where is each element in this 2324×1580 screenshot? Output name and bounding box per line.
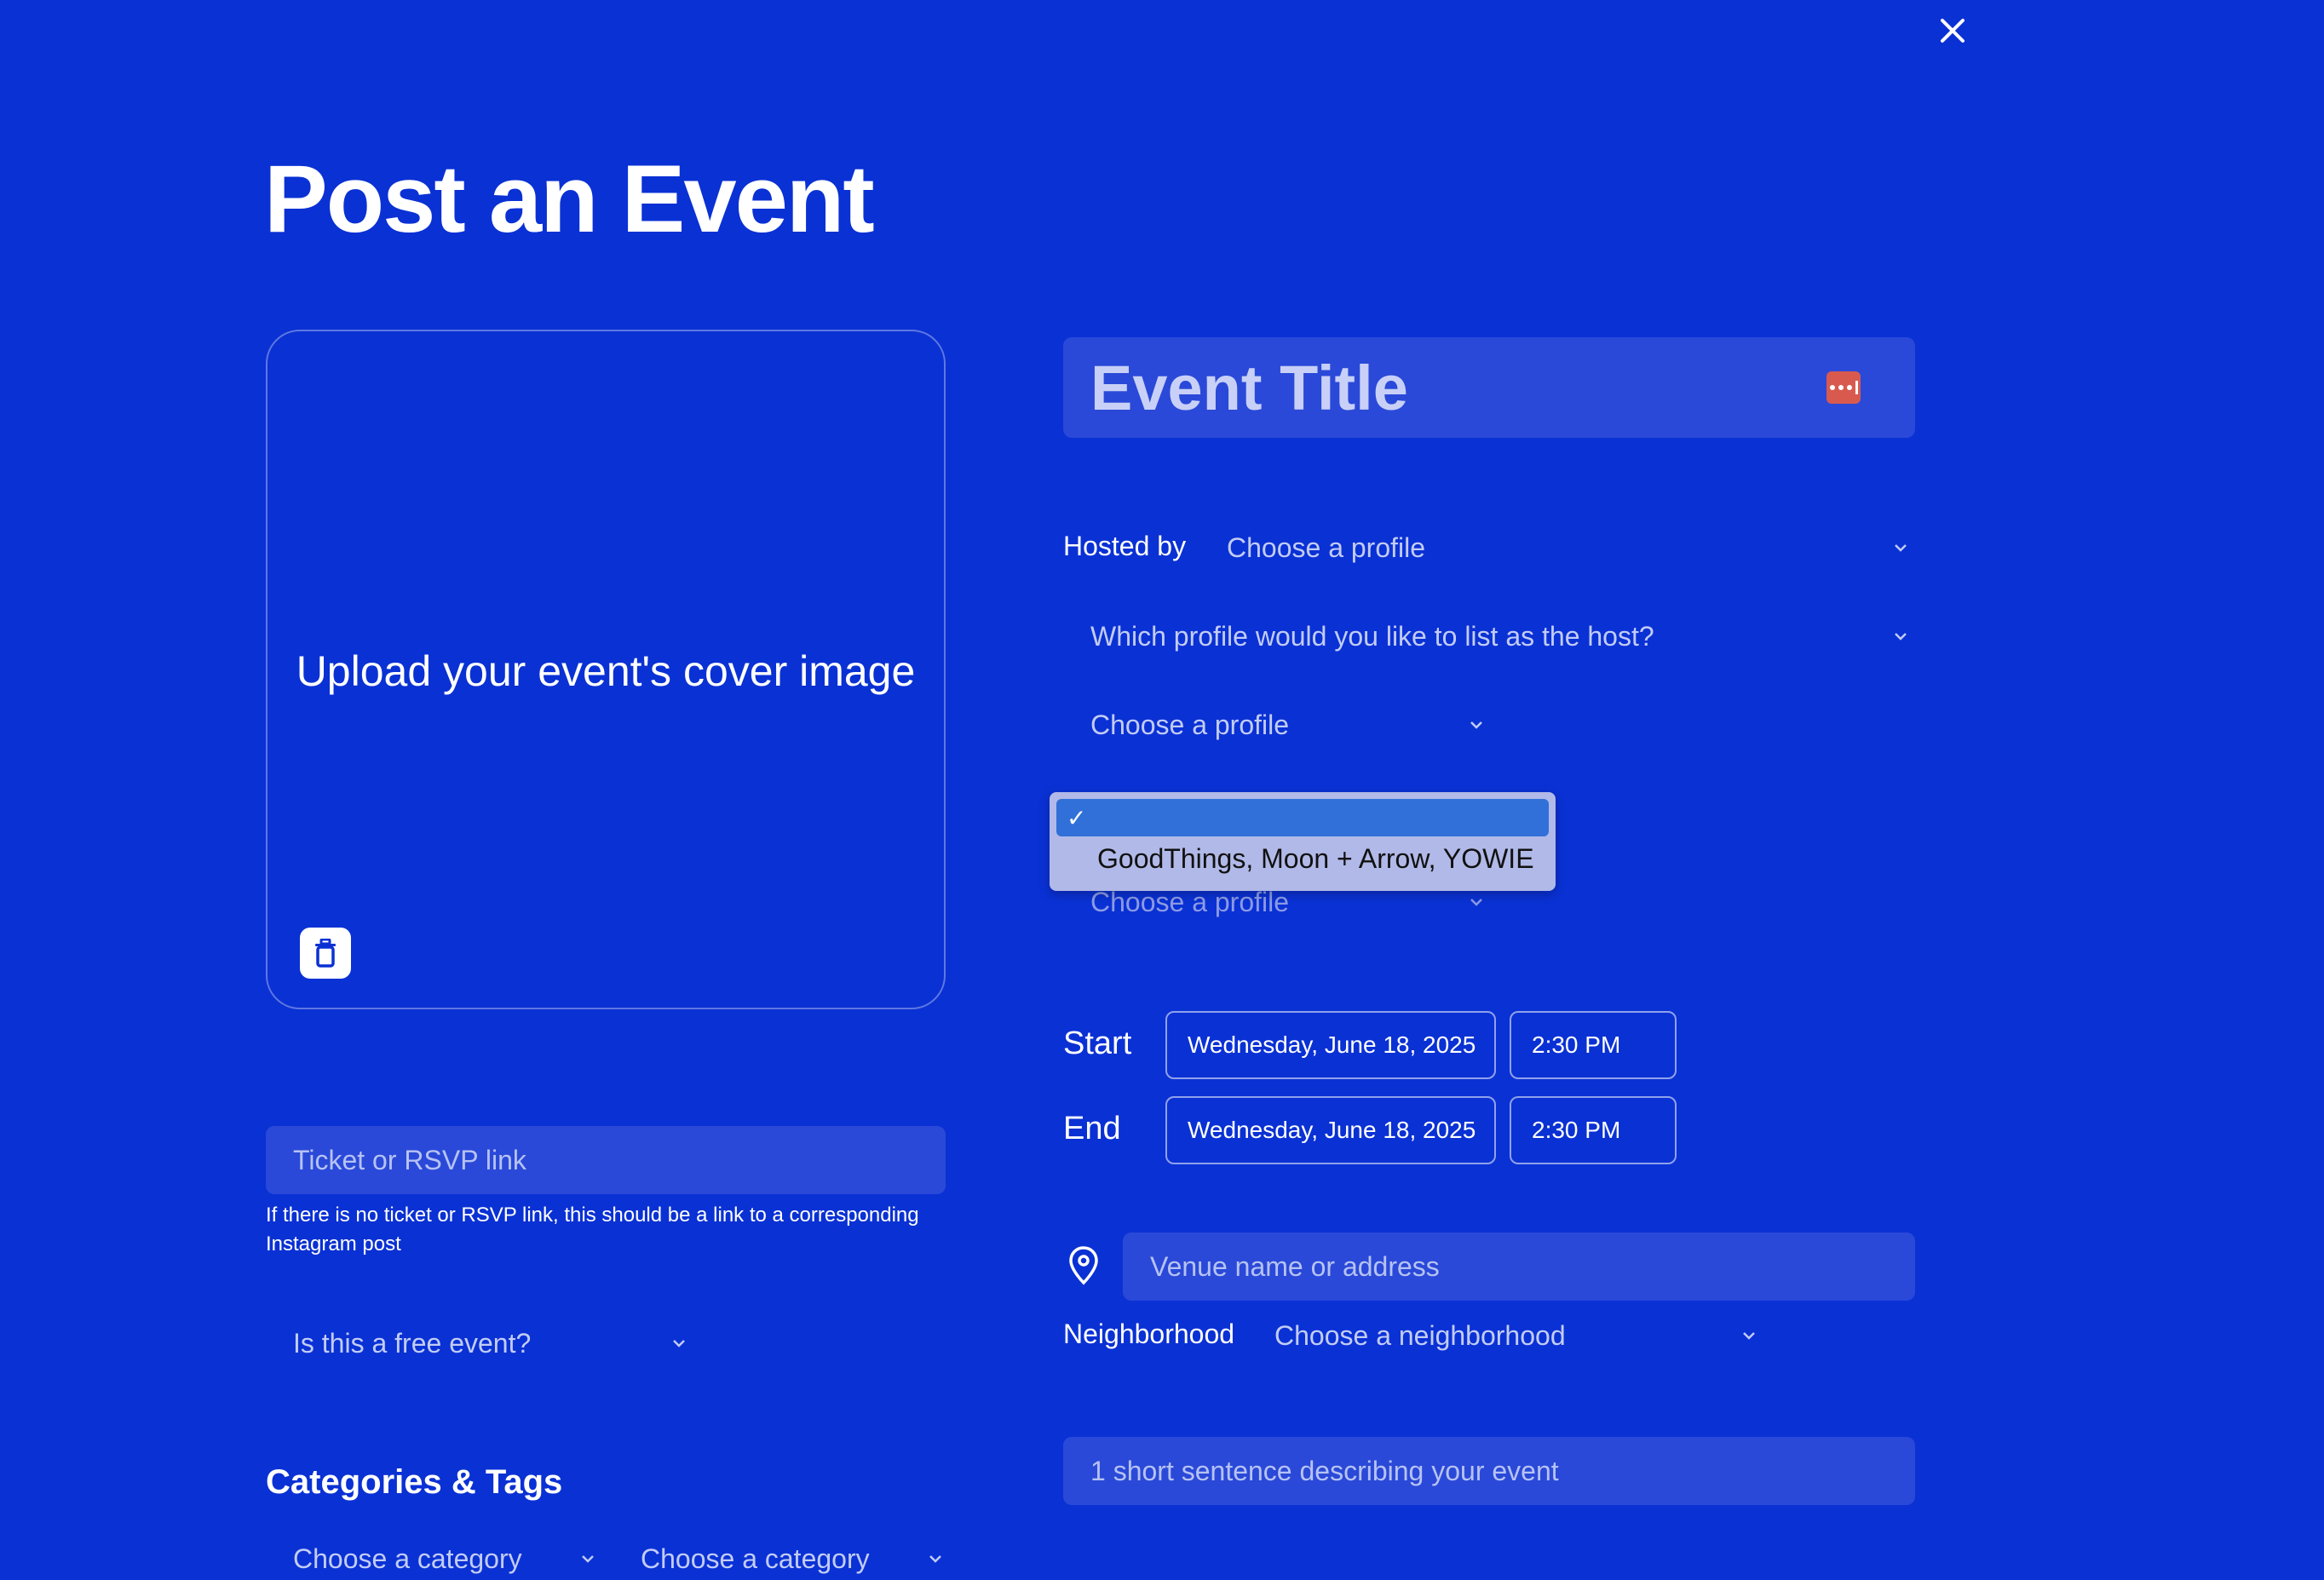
chevron-down-icon — [1470, 721, 1482, 729]
close-icon — [1941, 19, 1964, 43]
ticket-link-input[interactable]: Ticket or RSVP link — [266, 1126, 946, 1194]
category-value-2: Choose a category — [641, 1543, 870, 1574]
checkmark-icon: ✓ — [1067, 804, 1087, 831]
chevron-down-icon — [1895, 633, 1907, 641]
chevron-down-icon — [1895, 544, 1907, 552]
host-profile-value: Choose a profile — [1227, 531, 1426, 563]
start-label: Start — [1063, 1026, 1132, 1061]
start-date-input[interactable]: Wednesday, June 18, 2025 — [1165, 1011, 1496, 1079]
venue-input[interactable]: Venue name or address — [1123, 1232, 1915, 1301]
password-manager-icon[interactable] — [1826, 371, 1861, 404]
host-listing-value: Which profile would you like to list as … — [1090, 620, 1654, 652]
profile-value-2: Choose a profile — [1090, 886, 1290, 917]
neighborhood-value: Choose a neighborhood — [1274, 1319, 1566, 1351]
page-title: Post an Event — [264, 146, 875, 252]
category-value-1: Choose a category — [293, 1543, 522, 1574]
categories-heading: Categories & Tags — [266, 1463, 563, 1501]
chevron-down-icon — [1743, 1332, 1755, 1340]
host-profile-select[interactable]: Choose a profile — [1227, 526, 1908, 569]
venue-placeholder: Venue name or address — [1150, 1250, 1440, 1282]
free-event-value: Is this a free event? — [293, 1327, 532, 1359]
cover-image-upload[interactable]: Upload your event's cover image — [266, 330, 946, 1009]
event-title-placeholder: Event Title — [1090, 352, 1408, 423]
close-button[interactable] — [1936, 14, 1970, 48]
profile-dropdown-menu: ✓ GoodThings, Moon + Arrow, YOWIE — [1050, 792, 1556, 891]
short-description-input[interactable]: 1 short sentence describing your event — [1063, 1437, 1915, 1505]
short-description-placeholder: 1 short sentence describing your event — [1090, 1455, 1559, 1486]
profile-select-1[interactable]: Choose a profile — [1090, 704, 1484, 746]
chevron-down-icon — [1470, 899, 1482, 906]
category-select-2[interactable]: Choose a category — [641, 1537, 943, 1580]
event-title-input[interactable]: Event Title — [1063, 337, 1915, 438]
ticket-help-text: If there is no ticket or RSVP link, this… — [266, 1204, 919, 1255]
end-time-input[interactable]: 2:30 PM — [1510, 1096, 1677, 1164]
chevron-down-icon — [673, 1340, 685, 1347]
hosted-by-label: Hosted by — [1063, 531, 1187, 561]
profile-value-1: Choose a profile — [1090, 709, 1290, 740]
host-listing-select[interactable]: Which profile would you like to list as … — [1090, 615, 1908, 658]
chevron-down-icon — [582, 1555, 594, 1563]
upload-label: Upload your event's cover image — [296, 647, 916, 695]
end-label: End — [1063, 1111, 1121, 1146]
category-select-1[interactable]: Choose a category — [293, 1537, 595, 1580]
chevron-down-icon — [929, 1555, 941, 1563]
ticket-link-placeholder: Ticket or RSVP link — [293, 1144, 526, 1175]
dropdown-option[interactable]: GoodThings, Moon + Arrow, YOWIE — [1056, 836, 1549, 881]
neighborhood-select[interactable]: Choose a neighborhood — [1274, 1314, 1757, 1357]
dropdown-option-empty[interactable]: ✓ — [1056, 799, 1549, 836]
trash-icon — [315, 939, 336, 968]
map-pin-icon — [1069, 1246, 1098, 1285]
start-time-input[interactable]: 2:30 PM — [1510, 1011, 1677, 1079]
delete-image-button[interactable] — [300, 928, 351, 979]
neighborhood-label: Neighborhood — [1063, 1319, 1235, 1349]
end-date-input[interactable]: Wednesday, June 18, 2025 — [1165, 1096, 1496, 1164]
free-event-select[interactable]: Is this a free event? — [293, 1322, 687, 1365]
